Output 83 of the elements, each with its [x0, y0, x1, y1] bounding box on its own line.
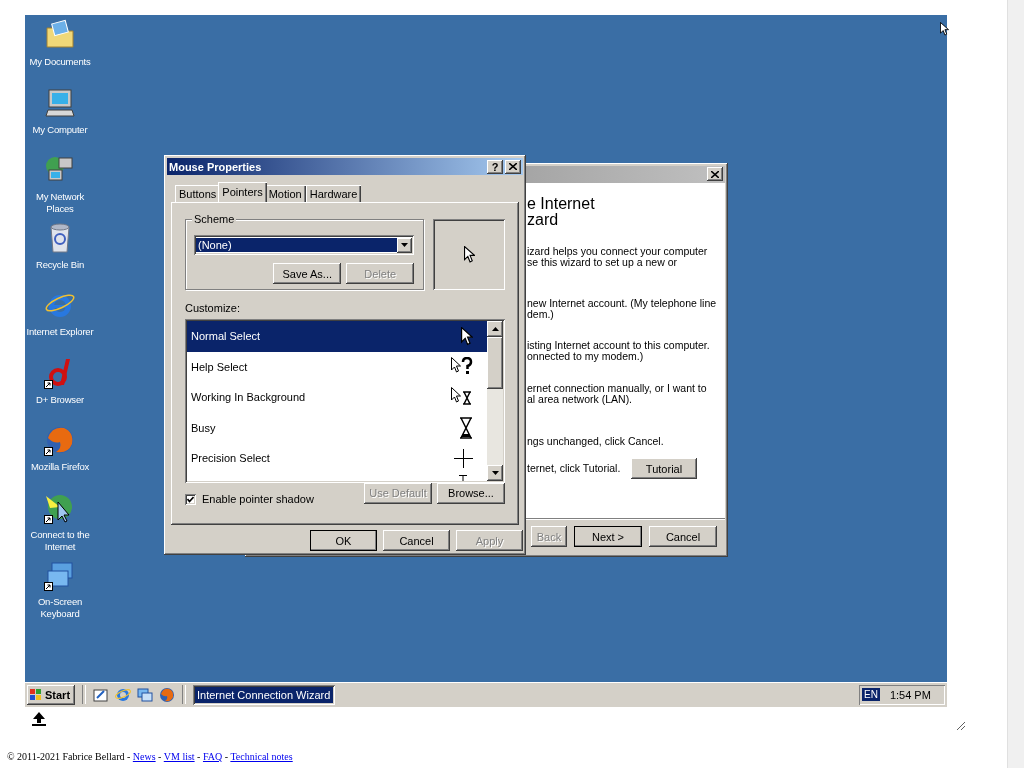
wizard-heading: e Internet — [527, 195, 596, 212]
hourglass-icon — [459, 416, 473, 439]
shortcut-arrow-icon — [44, 379, 53, 389]
wizard-text: ngs unchanged, click Cancel. — [527, 435, 665, 448]
arrow-pointer-icon — [463, 245, 475, 264]
desktop-icon-label: Connect to the Internet — [29, 528, 91, 553]
wizard-text: ternet, click Tutorial. — [527, 463, 622, 475]
window-title: Mouse Properties — [169, 160, 263, 173]
desktop-icon[interactable] — [44, 559, 76, 591]
wizard-text: izard helps you connect your computer — [527, 245, 709, 258]
scroll-up-icon — [491, 327, 499, 331]
pointer-list[interactable]: Normal Select Help Select Working In Background Busy Precision Select — [185, 319, 505, 483]
show-desktop-icon[interactable] — [93, 686, 109, 703]
resize-grip-icon[interactable] — [956, 721, 966, 731]
tab[interactable]: Hardware — [305, 185, 362, 202]
close-icon — [509, 163, 517, 170]
fox-globe-icon — [44, 424, 76, 456]
tab[interactable]: Pointers — [218, 182, 267, 202]
wizard-text: dem.) — [527, 309, 555, 321]
footer-link[interactable]: VM list — [163, 751, 195, 762]
pointer-list-item[interactable]: Normal Select — [187, 321, 487, 352]
close-button[interactable] — [707, 167, 723, 182]
crosshair-icon — [454, 448, 473, 468]
arrow-pointer-icon — [461, 326, 473, 346]
desktop-icon-label: D+ Browser — [35, 393, 85, 406]
fox-globe-icon[interactable] — [159, 686, 175, 703]
desktop-icon-label: On-Screen Keyboard — [36, 596, 84, 620]
help-pointer-icon — [451, 356, 473, 377]
globe-e-icon[interactable] — [115, 686, 131, 703]
scheme-dropdown[interactable]: (None) — [194, 235, 415, 255]
wizard-text: onnected to my modem.) — [527, 351, 645, 363]
desktop-icon[interactable] — [44, 424, 76, 456]
checkbox[interactable] — [185, 493, 196, 505]
wizard-text: isting Internet account to this computer. — [527, 339, 711, 352]
shortcut-arrow-icon — [44, 447, 53, 456]
windows-logo-icon — [29, 688, 43, 701]
pointer-button[interactable]: Browse... — [437, 482, 505, 504]
folder-icon — [44, 19, 76, 51]
scheme-button[interactable]: Save As... — [273, 263, 342, 284]
wizard-text: ernet connection manually, or I want to — [527, 382, 708, 395]
customize-label: Customize: — [185, 302, 242, 314]
close-icon — [711, 170, 719, 178]
dialog-button[interactable]: Cancel — [383, 530, 450, 551]
windows-stack-icon[interactable] — [137, 686, 153, 703]
footer-link[interactable]: FAQ — [202, 751, 223, 762]
page-scrollbar[interactable] — [1007, 0, 1024, 768]
wizard-button[interactable]: Cancel — [649, 526, 717, 548]
desktop-icon-label: Recycle Bin — [35, 258, 85, 271]
desktop-icon-label: Mozilla Firefox — [29, 461, 91, 473]
footer-link[interactable]: Technical notes — [230, 751, 293, 762]
check-icon — [187, 495, 194, 503]
wizard-button[interactable]: Next > — [574, 526, 642, 548]
tab[interactable]: Buttons — [175, 185, 221, 202]
dropdown-arrow-icon — [401, 243, 409, 247]
clock: 1:54 PM — [889, 688, 931, 701]
working-pointer-icon — [451, 387, 473, 408]
language-indicator[interactable]: EN — [862, 688, 880, 701]
wizard-text: new Internet account. (My telephone line — [527, 297, 718, 310]
desktop-icon-label: Internet Explorer — [25, 326, 95, 338]
footer-link[interactable]: News — [132, 751, 156, 762]
scroll-down-icon — [491, 471, 499, 475]
checkbox-label: Enable pointer shadow — [202, 493, 314, 505]
desktop-icon-label: My Network Places — [34, 191, 86, 215]
text-select-icon — [459, 474, 467, 481]
wizard-heading: zard — [527, 211, 560, 228]
mouse-pointer-icon — [940, 22, 949, 37]
wizard-text: al area network (LAN). — [527, 394, 633, 406]
start-button[interactable]: Start — [27, 684, 75, 705]
shortcut-arrow-icon — [44, 514, 53, 524]
desktop-icon-label: My Computer — [31, 123, 89, 136]
dialog-button[interactable]: OK — [310, 530, 377, 551]
computer-icon — [44, 86, 76, 119]
tab[interactable]: Motion — [264, 185, 306, 202]
wizard-text: se this wizard to set up a new or — [527, 257, 677, 269]
tutorial-button[interactable]: Tutorial — [631, 458, 697, 480]
desktop-icon-label: My Documents — [28, 56, 92, 68]
shortcut-arrow-icon — [44, 582, 53, 591]
group-label: Scheme — [192, 213, 237, 225]
scrollbar[interactable] — [487, 321, 503, 481]
close-button[interactable] — [505, 159, 521, 174]
taskbar-task[interactable]: Internet Connection Wizard — [193, 684, 335, 705]
help-button[interactable]: ? — [487, 159, 503, 174]
upload-icon[interactable] — [31, 711, 47, 727]
